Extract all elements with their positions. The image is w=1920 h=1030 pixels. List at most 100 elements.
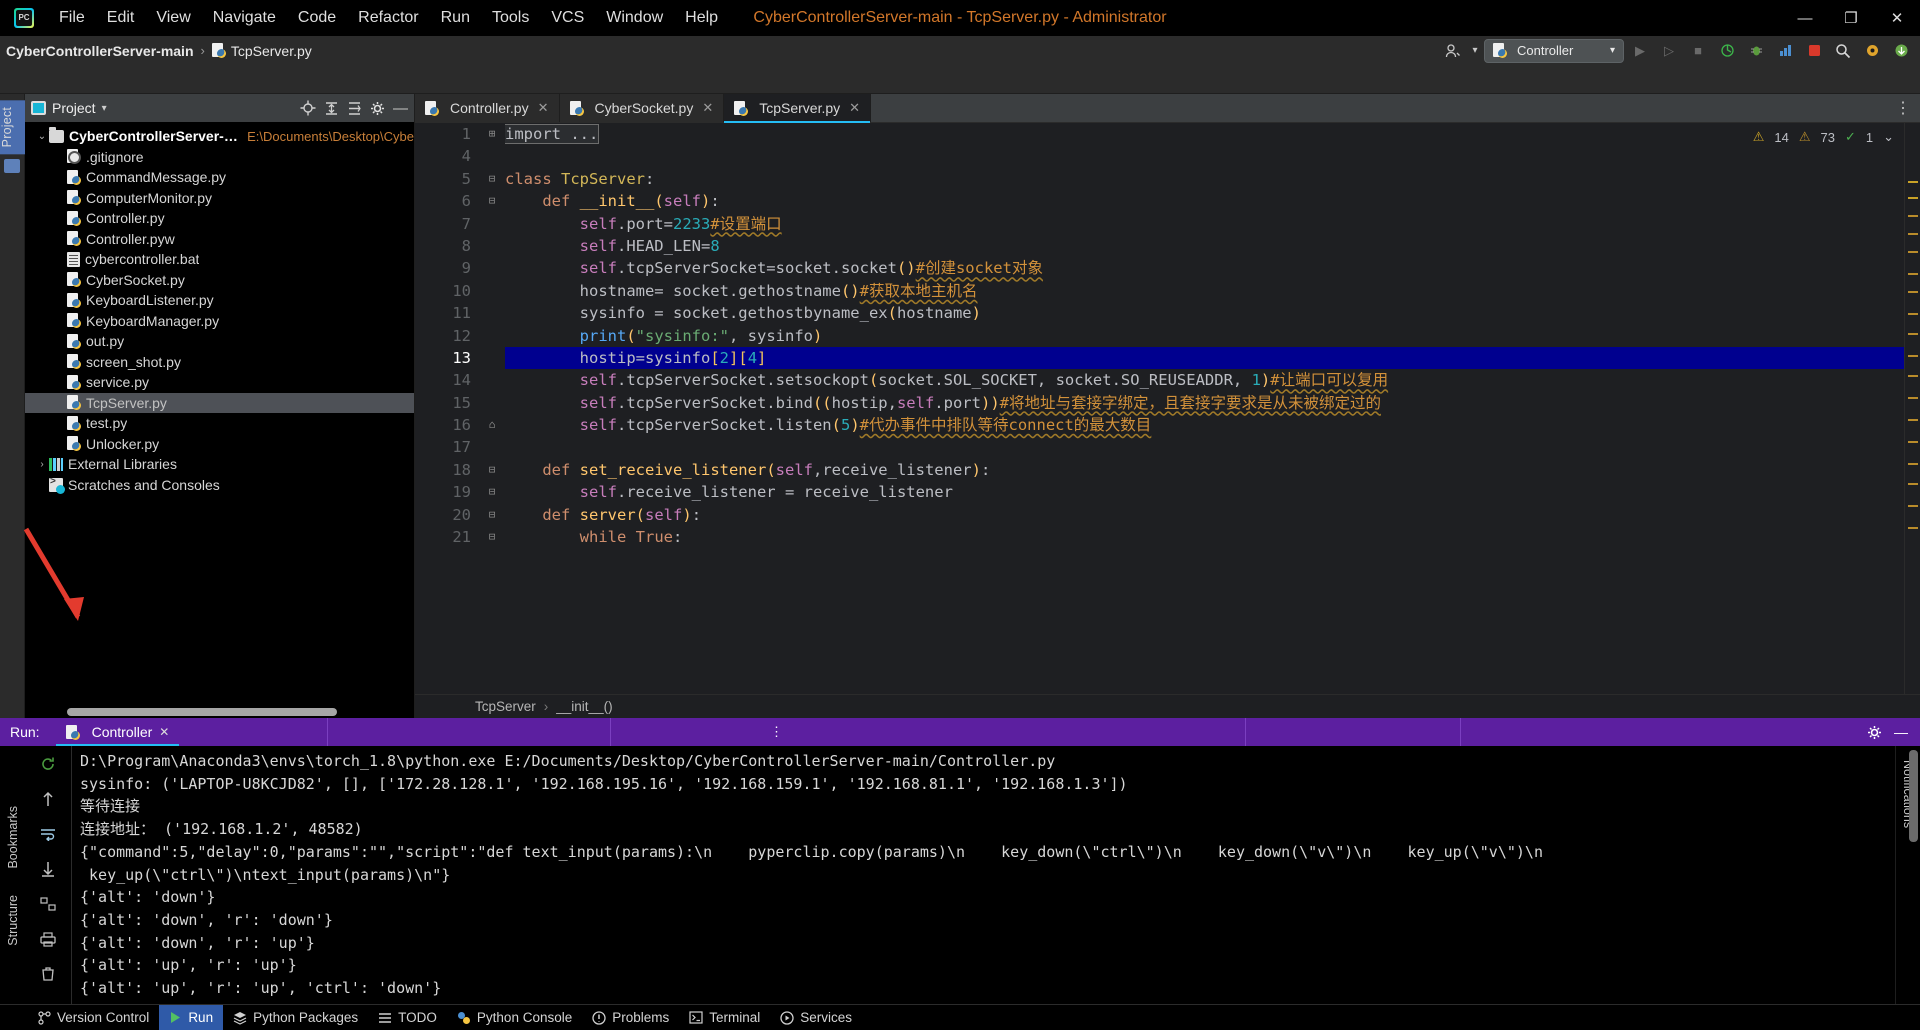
run-button[interactable]: ▶ bbox=[1627, 39, 1653, 63]
project-settings-gear-icon[interactable] bbox=[370, 101, 385, 116]
tree-expand-arrow-icon[interactable]: ⌄ bbox=[35, 131, 49, 142]
print-icon[interactable] bbox=[37, 928, 59, 950]
run-panel-minimize-icon[interactable]: — bbox=[1894, 724, 1908, 740]
breadcrumb-project[interactable]: CyberControllerServer-main bbox=[6, 43, 194, 59]
tree-node[interactable]: service.py bbox=[25, 372, 414, 393]
tree-expand-arrow-icon[interactable]: › bbox=[35, 459, 49, 470]
collapse-all-icon[interactable] bbox=[347, 101, 362, 116]
code-line[interactable]: self.tcpServerSocket=socket.socket()#创建s… bbox=[505, 257, 1920, 279]
tree-node[interactable]: Scratches and Consoles bbox=[25, 475, 414, 496]
run-tab-close-icon[interactable]: ✕ bbox=[159, 725, 169, 739]
menu-item-navigate[interactable]: Navigate bbox=[202, 5, 287, 31]
menu-item-run[interactable]: Run bbox=[430, 5, 481, 31]
project-view-chevron-icon[interactable]: ▾ bbox=[102, 103, 107, 114]
code-editor[interactable]: 1 4 5 6 7 8 9 10 11 12 13 14 15 16 17 18 19 20 21 ⊞ ⊟ ⊟ ⌂ ⊟ ⊟ ⊟ ⊟… bbox=[415, 123, 1920, 694]
code-line[interactable]: hostname= socket.gethostname()#获取本地主机名 bbox=[505, 280, 1920, 302]
stop-button[interactable]: ■ bbox=[1685, 39, 1711, 63]
tree-node[interactable]: CyberSocket.py bbox=[25, 270, 414, 291]
tree-node[interactable]: Controller.py bbox=[25, 208, 414, 229]
maximize-button[interactable]: ❐ bbox=[1828, 0, 1874, 36]
code-line[interactable]: def __init__(self): bbox=[505, 190, 1920, 212]
tree-node[interactable]: test.py bbox=[25, 413, 414, 434]
console-scrollbar[interactable] bbox=[1909, 750, 1918, 842]
locate-file-icon[interactable] bbox=[300, 100, 316, 116]
tab-close-icon[interactable]: ✕ bbox=[849, 100, 860, 116]
tree-node[interactable]: Controller.pyw bbox=[25, 229, 414, 250]
run-tab-controller[interactable]: Controller ✕ bbox=[55, 718, 180, 746]
search-icon[interactable] bbox=[1830, 39, 1856, 63]
fold-marker-icon[interactable]: ⊟ bbox=[479, 190, 505, 212]
editor-tab-controller[interactable]: Controller.py ✕ bbox=[415, 94, 560, 122]
project-horizontal-scrollbar[interactable] bbox=[25, 706, 414, 718]
breadcrumb-file[interactable]: TcpServer.py bbox=[231, 43, 312, 59]
fold-marker-icon[interactable]: ⊞ bbox=[479, 123, 505, 145]
menu-item-code[interactable]: Code bbox=[287, 5, 347, 31]
tree-node[interactable]: TcpServer.py bbox=[25, 392, 414, 413]
tree-node[interactable]: screen_shot.py bbox=[25, 352, 414, 373]
tree-node[interactable]: CommandMessage.py bbox=[25, 167, 414, 188]
code-line[interactable]: self.port=2233#设置端口 bbox=[505, 213, 1920, 235]
tool-window-version-control[interactable]: Version Control bbox=[28, 1005, 159, 1030]
inspection-chevron-icon[interactable]: ⌄ bbox=[1883, 129, 1894, 145]
fold-marker-icon[interactable]: ⊟ bbox=[479, 459, 505, 481]
menu-item-tools[interactable]: Tools bbox=[481, 5, 540, 31]
tree-node[interactable]: KeyboardManager.py bbox=[25, 311, 414, 332]
fold-marker-icon[interactable]: ⊟ bbox=[479, 481, 505, 503]
tree-node[interactable]: KeyboardListener.py bbox=[25, 290, 414, 311]
code-line[interactable]: sysinfo = socket.gethostbyname_ex(hostna… bbox=[505, 302, 1920, 324]
rail-item-bookmarks[interactable]: Bookmarks bbox=[6, 806, 20, 869]
editor-tab-cybersocket[interactable]: CyberSocket.py ✕ bbox=[559, 94, 725, 122]
updates-icon[interactable] bbox=[1888, 39, 1914, 63]
code-line[interactable]: hostip=sysinfo[2][4] bbox=[505, 346, 1920, 370]
code-line[interactable]: self.HEAD_LEN=8 bbox=[505, 235, 1920, 257]
project-file-tree[interactable]: ⌄ CyberControllerServer-main E:\Documents\… bbox=[25, 122, 414, 706]
close-button[interactable]: ✕ bbox=[1874, 0, 1920, 36]
tool-window-todo[interactable]: TODO bbox=[368, 1005, 447, 1030]
code-line[interactable]: print("sysinfo:", sysinfo) bbox=[505, 325, 1920, 347]
compare-icon[interactable] bbox=[37, 893, 59, 915]
code-line[interactable]: self.tcpServerSocket.bind((hostip,self.p… bbox=[505, 392, 1920, 414]
run-configuration-selector[interactable]: Controller ▾ bbox=[1484, 38, 1624, 63]
user-account-icon[interactable] bbox=[1440, 39, 1466, 63]
code-line[interactable]: while True: bbox=[505, 526, 1920, 548]
fold-marker-icon[interactable]: ⌂ bbox=[479, 414, 505, 436]
clear-all-icon[interactable] bbox=[37, 963, 59, 985]
tab-close-icon[interactable]: ✕ bbox=[702, 100, 713, 116]
menu-item-window[interactable]: Window bbox=[595, 5, 674, 31]
menu-item-file[interactable]: File bbox=[48, 5, 96, 31]
menu-item-edit[interactable]: Edit bbox=[96, 5, 146, 31]
coverage-button[interactable] bbox=[1714, 39, 1740, 63]
soft-wrap-icon[interactable] bbox=[37, 823, 59, 845]
tree-node[interactable]: out.py bbox=[25, 331, 414, 352]
tree-node[interactable]: ComputerMonitor.py bbox=[25, 188, 414, 209]
stop-red-button[interactable] bbox=[1801, 39, 1827, 63]
scroll-to-end-icon[interactable] bbox=[37, 858, 59, 880]
tree-node[interactable]: Unlocker.py bbox=[25, 434, 414, 455]
code-line[interactable]: self.receive_listener = receive_listener bbox=[505, 481, 1920, 503]
tool-window-problems[interactable]: Problems bbox=[582, 1005, 679, 1030]
hide-panel-icon[interactable]: — bbox=[393, 100, 408, 117]
rerun-button[interactable]: ▷ bbox=[1656, 39, 1682, 63]
profiler-icon[interactable] bbox=[1772, 39, 1798, 63]
breadcrumb-method[interactable]: __init__() bbox=[556, 699, 612, 714]
code-folding-gutter[interactable]: ⊞ ⊟ ⊟ ⌂ ⊟ ⊟ ⊟ ⊟ bbox=[479, 123, 505, 694]
editor-tab-tcpserver[interactable]: TcpServer.py ✕ bbox=[724, 94, 872, 123]
rail-item-project[interactable]: Project bbox=[0, 100, 25, 155]
menu-item-view[interactable]: View bbox=[145, 5, 201, 31]
fold-marker-icon[interactable]: ⊟ bbox=[479, 168, 505, 190]
rail-item-structure[interactable]: Structure bbox=[6, 895, 20, 946]
fold-marker-icon[interactable]: ⊟ bbox=[479, 504, 505, 526]
tool-window-python-console[interactable]: Python Console bbox=[447, 1005, 582, 1030]
source-code[interactable]: import ... class TcpServer: def __init__(… bbox=[505, 123, 1920, 694]
debug-bug-icon[interactable] bbox=[1743, 39, 1769, 63]
tree-node[interactable]: .gitignore bbox=[25, 147, 414, 168]
menu-item-vcs[interactable]: VCS bbox=[540, 5, 595, 31]
tree-node[interactable]: ⌄ CyberControllerServer-main E:\Documents\… bbox=[25, 126, 414, 147]
settings-gear-icon[interactable] bbox=[1859, 39, 1885, 63]
tool-window-terminal[interactable]: Terminal bbox=[679, 1005, 770, 1030]
tree-node[interactable]: › External Libraries bbox=[25, 454, 414, 475]
code-line[interactable]: class TcpServer: bbox=[505, 168, 1920, 190]
user-chevron-icon[interactable]: ▾ bbox=[1469, 39, 1481, 63]
code-line[interactable]: def server(self): bbox=[505, 504, 1920, 526]
fold-marker-icon[interactable]: ⊟ bbox=[479, 526, 505, 548]
